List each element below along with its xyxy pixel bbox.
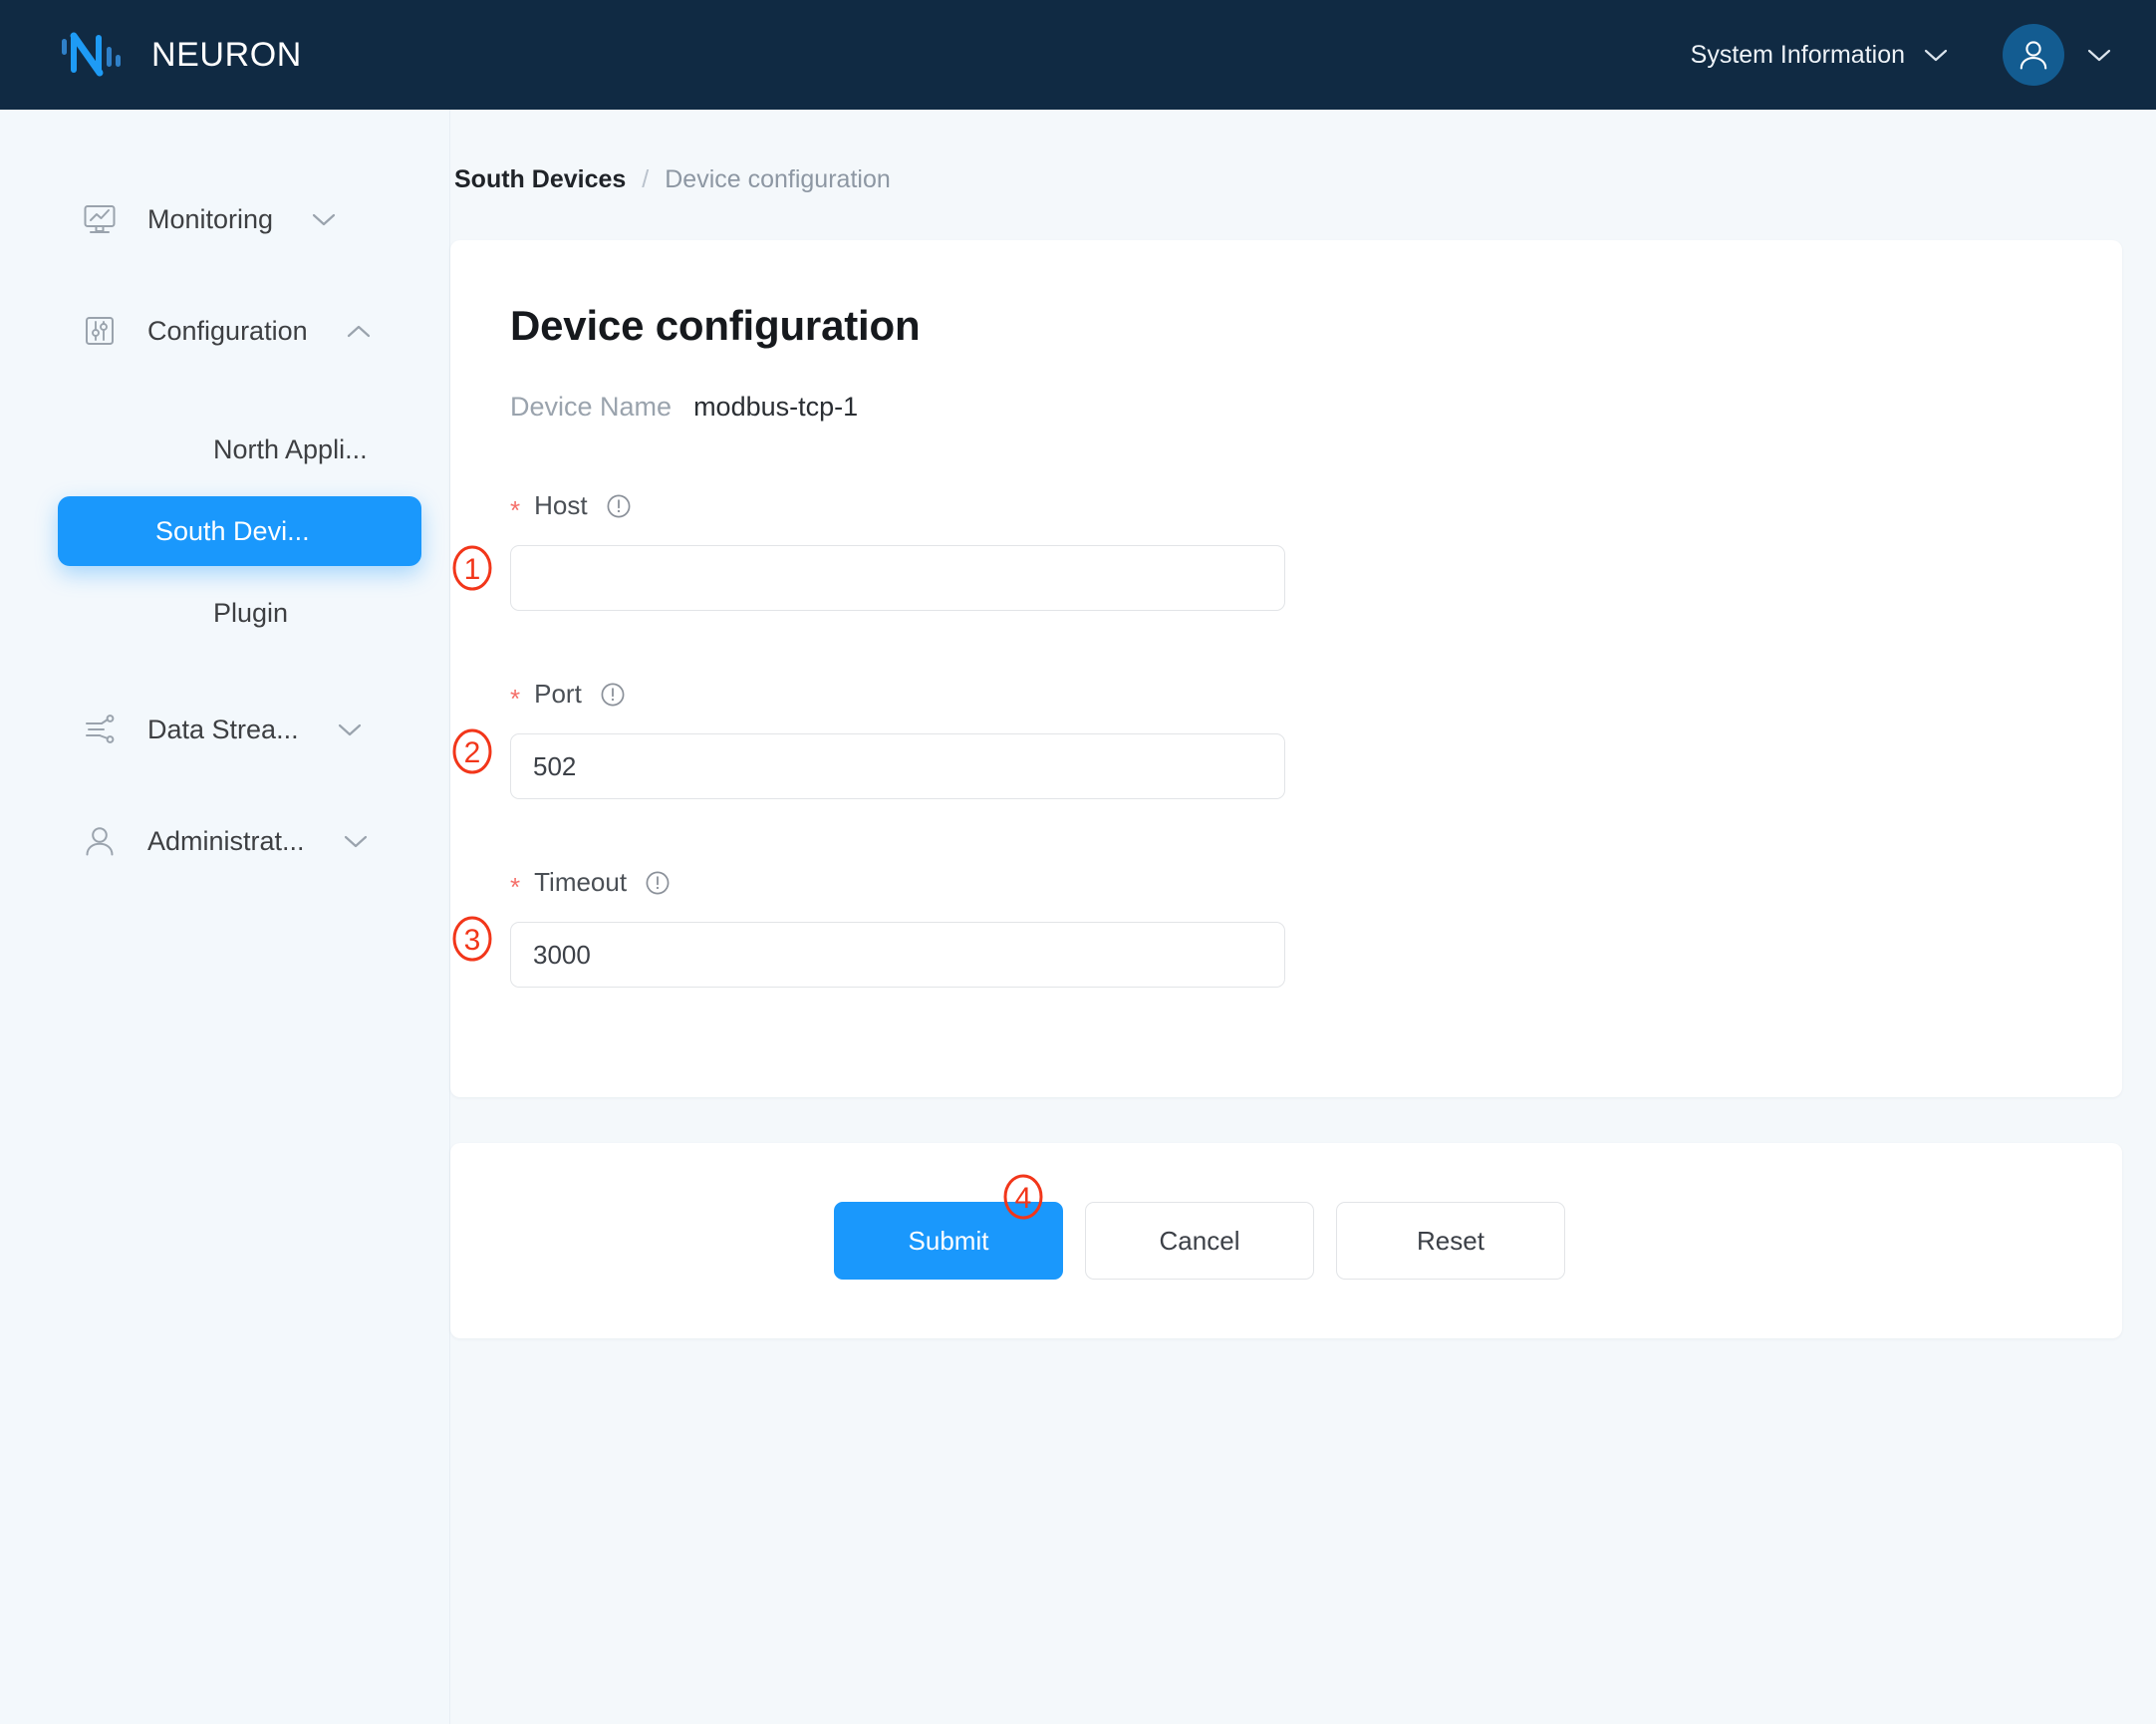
sidebar-item-label: Configuration [147,315,308,346]
required-marker: * [510,494,521,525]
sidebar-group-data-stream: Data Strea... [0,692,449,767]
sidebar-item-administration[interactable]: Administrat... [0,803,449,879]
chevron-down-icon [344,835,367,847]
host-label: * Host [510,490,2122,525]
sidebar-subitem-label: Plugin [213,597,289,628]
info-circle-icon[interactable] [606,493,632,519]
sidebar-item-monitoring[interactable]: Monitoring [0,181,449,257]
brand-name: NEURON [151,35,302,74]
sidebar-item-south-devices[interactable]: South Devi... [58,496,421,566]
device-name-row: Device Name modbus-tcp-1 [510,392,2122,423]
sidebar-subitem-label: South Devi... [155,515,310,546]
monitor-chart-icon [84,205,116,233]
timeout-field: * Timeout [510,867,2122,988]
avatar[interactable] [2003,24,2064,86]
sidebar-item-label: Administrat... [147,825,305,856]
breadcrumb-south-devices[interactable]: South Devices [454,165,626,194]
user-menu[interactable] [2003,24,2112,86]
sidebar-group-configuration: Configuration North Appli... South Devi.… [0,293,449,648]
system-information-label: System Information [1690,40,1905,69]
sidebar-item-north-applications[interactable]: North Appli... [58,415,421,484]
chevron-down-icon[interactable] [2086,48,2112,63]
sidebar-item-label: Data Strea... [147,714,299,744]
chevron-down-icon [1924,49,1948,61]
system-information-menu[interactable]: System Information [1685,31,1955,80]
timeout-label: * Timeout [510,867,2122,902]
data-stream-icon [86,715,115,743]
reset-button[interactable]: Reset [1336,1202,1565,1280]
chevron-down-icon [312,213,336,225]
host-label-text: Host [534,490,588,520]
breadcrumb-current: Device configuration [665,165,891,193]
device-name-value: modbus-tcp-1 [693,392,859,422]
breadcrumb-separator: / [642,165,650,193]
chevron-down-icon [338,723,361,735]
host-field: * Host [510,490,2122,611]
header-right-controls: System Information [1685,24,2112,86]
sidebar-item-plugin[interactable]: Plugin [58,578,421,648]
sidebar-group-administration: Administrat... [0,803,449,879]
brand[interactable]: NEURON [60,29,302,81]
submit-button[interactable]: Submit [834,1202,1063,1280]
port-label-text: Port [534,679,582,709]
sidebar-item-label: Monitoring [147,203,274,234]
required-marker: * [510,871,521,902]
info-circle-icon[interactable] [600,682,626,708]
device-name-label: Device Name [510,392,673,422]
user-icon [86,827,114,856]
timeout-input[interactable] [510,922,1285,988]
timeout-label-text: Timeout [534,867,628,897]
breadcrumb: South Devices / Device configuration [450,110,2156,194]
user-avatar-icon [2020,41,2047,70]
sidebar-group-monitoring: Monitoring [0,181,449,257]
sidebar-item-data-stream[interactable]: Data Strea... [0,692,449,767]
neuron-logo-icon [62,32,121,77]
cancel-button[interactable]: Cancel [1085,1202,1314,1280]
device-configuration-card: Device configuration Device Name modbus-… [450,240,2122,1097]
sidebar-item-configuration[interactable]: Configuration [0,293,449,369]
page-title: Device configuration [510,302,921,349]
required-marker: * [510,683,521,714]
form-actions-card: Submit Cancel Reset [450,1143,2122,1338]
sliders-icon [86,317,114,345]
main-content: South Devices / Device configuration Dev… [450,110,2156,1724]
host-input[interactable] [510,545,1285,611]
top-header-bar: NEURON System Information [0,0,2156,110]
chevron-up-icon [347,325,370,337]
sidebar-navigation: Monitoring Configuration North Appli... [0,110,450,1724]
info-circle-icon[interactable] [645,870,671,896]
sidebar-subitem-label: North Appli... [213,433,368,464]
port-label: * Port [510,679,2122,714]
port-input[interactable] [510,733,1285,799]
port-field: * Port [510,679,2122,799]
